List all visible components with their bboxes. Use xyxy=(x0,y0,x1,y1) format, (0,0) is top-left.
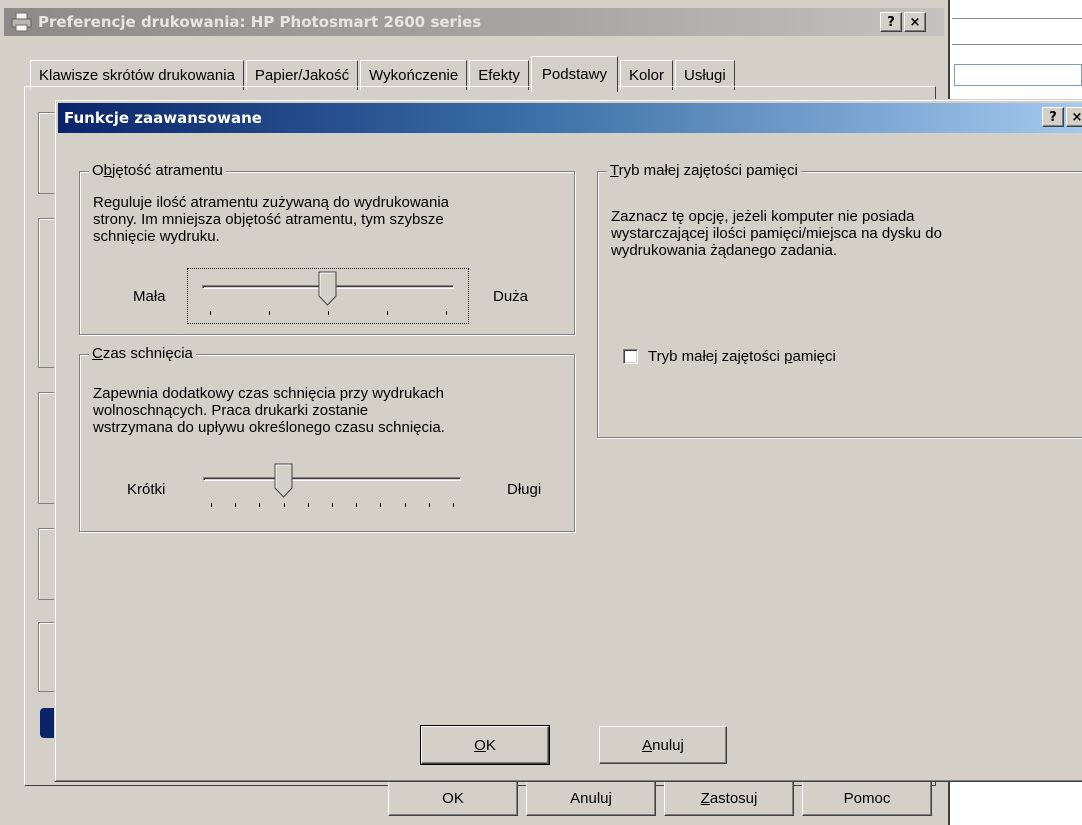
ink-volume-slider[interactable] xyxy=(187,268,469,324)
close-title-button[interactable]: × xyxy=(904,12,926,32)
tab-basics[interactable]: Podstawy xyxy=(530,56,618,92)
dialog-cancel-button[interactable]: Anuluj xyxy=(599,726,727,764)
dialog-ok-label: OK xyxy=(474,736,496,754)
access-key: T xyxy=(610,162,619,179)
description-line: wystarczającej ilości pamięci/miejsca na… xyxy=(611,225,942,242)
drying-max-label: Długi xyxy=(507,481,542,498)
slider-tick xyxy=(446,311,447,315)
ink-slider-thumb[interactable] xyxy=(318,271,338,307)
access-key: p xyxy=(784,348,793,365)
slider-tick xyxy=(235,503,237,507)
description-line: wydrukowania żądanego zadania. xyxy=(611,242,837,259)
slider-tick xyxy=(453,503,454,507)
description-line: Zapewnia dodatkowy czas schnięcia przy w… xyxy=(93,385,444,402)
slider-tick xyxy=(259,503,261,507)
ink-volume-group: Objętość atramentu Reguluje ilość atrame… xyxy=(79,162,575,335)
help-button[interactable]: Pomoc xyxy=(802,780,932,816)
dialog-close-button[interactable]: × xyxy=(1066,107,1082,127)
dialog-help-button[interactable]: ? xyxy=(1042,107,1064,127)
apply-button-label: Zastosuj xyxy=(700,789,758,807)
description-line: Reguluje ilość atramentu zużywaną do wyd… xyxy=(93,194,450,211)
drying-min-label: Krótki xyxy=(127,481,166,498)
slider-tick xyxy=(210,311,211,315)
divider xyxy=(952,18,1082,19)
low-memory-checkbox-row[interactable]: Tryb małej zajętości pamięci xyxy=(623,348,836,365)
drying-time-description: Zapewnia dodatkowy czas schnięcia przy w… xyxy=(93,385,445,436)
advanced-features-dialog: Funkcje zaawansowane ? × Objętość atrame… xyxy=(54,99,1082,782)
slider-tick xyxy=(380,503,382,507)
slider-tick xyxy=(211,503,212,507)
tab-strip: Klawisze skrótów drukowania Papier/Jakoś… xyxy=(30,56,737,92)
ink-max-label: Duża xyxy=(493,288,529,305)
ink-volume-description: Reguluje ilość atramentu zużywaną do wyd… xyxy=(93,194,449,245)
low-memory-legend: Tryb małej zajętości pamięci xyxy=(607,162,801,180)
ok-button[interactable]: OK xyxy=(388,780,518,816)
access-key: b xyxy=(103,162,113,179)
access-key: Z xyxy=(700,789,710,807)
background-text-field xyxy=(954,64,1082,86)
dialog-title-bar: Funkcje zaawansowane ? × xyxy=(58,103,1082,133)
apply-button[interactable]: Zastosuj xyxy=(664,780,794,816)
access-key: O xyxy=(474,736,486,754)
cancel-button[interactable]: Anuluj xyxy=(526,780,656,816)
low-memory-checkbox-label[interactable]: Tryb małej zajętości pamięci xyxy=(648,348,836,365)
dialog-ok-button[interactable]: OK xyxy=(420,725,550,765)
slider-tick xyxy=(428,503,430,507)
slider-tick xyxy=(332,503,333,507)
slider-tick xyxy=(269,311,270,315)
ink-volume-legend: Objętość atramentu xyxy=(89,162,226,180)
drying-time-legend: Czas schnięcia xyxy=(89,345,196,363)
slider-tick xyxy=(307,503,309,507)
access-key: A xyxy=(642,736,653,754)
dialog-title: Funkcje zaawansowane xyxy=(64,109,262,127)
drying-time-group: Czas schnięcia Zapewnia dodatkowy czas s… xyxy=(79,345,575,532)
drying-time-slider[interactable] xyxy=(199,463,467,519)
description-line: wolnoschnących. Praca drukarki zostanie xyxy=(93,402,369,419)
ink-min-label: Mała xyxy=(133,288,166,305)
description-line: strony. Im mniejsza objętość atramentu, … xyxy=(93,211,444,228)
printer-icon xyxy=(10,12,34,32)
drying-slider-thumb[interactable] xyxy=(274,463,294,499)
dialog-cancel-label: Anuluj xyxy=(642,736,684,754)
low-memory-checkbox[interactable] xyxy=(623,349,638,364)
divider xyxy=(952,44,1082,45)
slider-tick xyxy=(356,503,358,507)
slider-tick xyxy=(387,311,388,315)
help-title-button[interactable]: ? xyxy=(880,12,902,32)
slider-tick xyxy=(328,311,329,315)
description-line: Zaznacz tę opcję, jeżeli komputer nie po… xyxy=(611,208,915,225)
drying-slider-track xyxy=(203,477,461,481)
print-preferences-title-bar: Preferencje drukowania: HP Photosmart 26… xyxy=(4,8,944,36)
low-memory-description: Zaznacz tę opcję, jeżeli komputer nie po… xyxy=(611,208,942,259)
window-title: Preferencje drukowania: HP Photosmart 26… xyxy=(38,13,482,31)
access-key: C xyxy=(92,345,103,362)
low-memory-group: Tryb małej zajętości pamięci Zaznacz tę … xyxy=(597,162,1082,438)
slider-tick xyxy=(404,503,406,507)
description-line: wstrzymana do upływu określonego czasu s… xyxy=(93,419,445,436)
description-line: schnięcie wydruku. xyxy=(93,228,220,245)
slider-tick xyxy=(283,503,285,507)
